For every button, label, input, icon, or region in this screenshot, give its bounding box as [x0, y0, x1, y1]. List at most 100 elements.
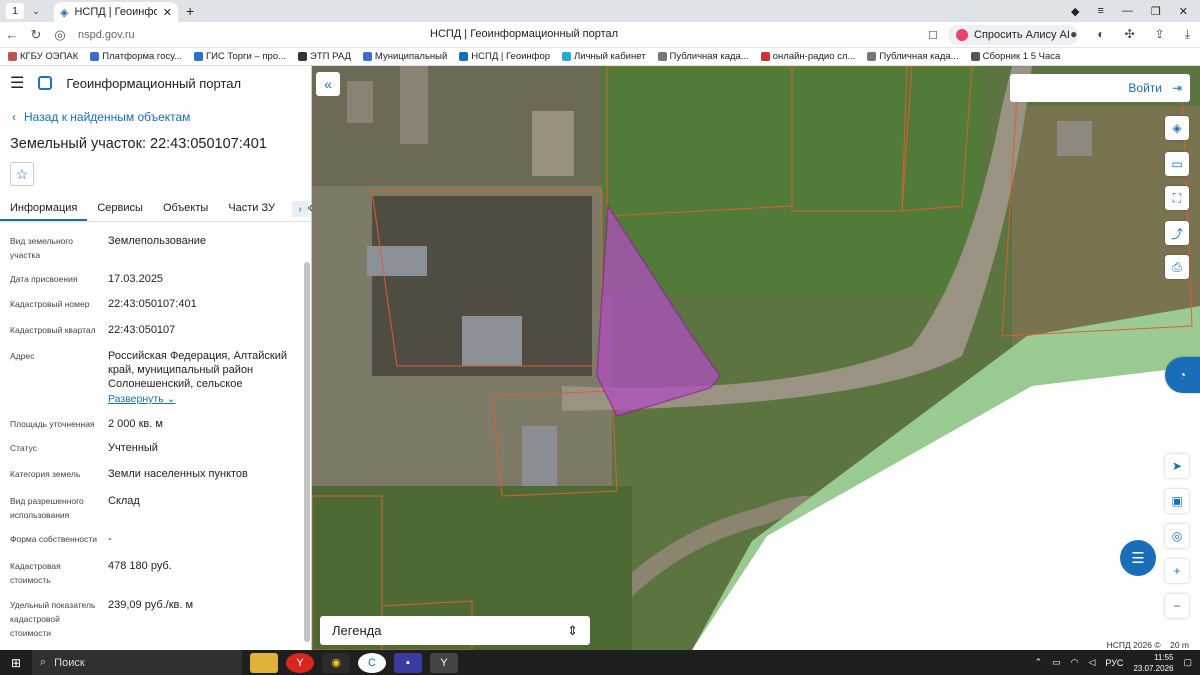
bookmark-item[interactable]: Платформа госу... — [90, 51, 182, 62]
alice-label: Спросить Алису AI — [974, 29, 1070, 41]
field-label: Дата присвоения — [10, 274, 78, 284]
clock[interactable]: 11:55 23.07.2026 — [1133, 652, 1173, 674]
new-tab-button[interactable]: + — [186, 3, 194, 19]
bookmark-item[interactable]: ГИС Торги – про... — [193, 51, 287, 62]
zoom-out-icon[interactable]: − — [1165, 594, 1189, 618]
search-icon: ⌕ — [40, 656, 47, 668]
login-button[interactable]: Войти ⇥ — [1010, 74, 1190, 102]
chevron-down-icon: ⌄ — [166, 393, 176, 405]
print-icon[interactable]: ⎙ — [1165, 255, 1189, 279]
object-info-panel: ☰ Геоинформационный портал ‹ Назад к най… — [0, 66, 331, 650]
chevron-down-icon[interactable]: ⌄ — [32, 6, 46, 17]
bookmark-item[interactable]: Личный кабинет — [562, 51, 646, 62]
bookmark-label: Сборник 1 5 Часа — [982, 51, 1061, 62]
select-area-icon[interactable]: ⛶ — [1165, 186, 1189, 210]
chat-assistant-icon[interactable]: ☰ — [1120, 540, 1156, 576]
download-icon[interactable]: ⤓ — [1185, 27, 1190, 42]
portal-title: Геоинформационный портал — [66, 75, 242, 91]
tab-services[interactable]: Сервисы — [87, 196, 153, 221]
tab-parts[interactable]: Части ЗУ — [218, 196, 285, 221]
save-app-icon[interactable]: ▪ — [394, 652, 422, 673]
close-icon[interactable]: ✕ — [163, 6, 172, 19]
field-label: Вид разрешенного использования — [10, 496, 84, 520]
copyright-text: НСПД 2026 © — [1106, 640, 1161, 650]
bookmark-item[interactable]: ЭТП РАД — [298, 51, 351, 62]
bookmark-label: онлайн-радио сл... — [772, 51, 856, 62]
hamburger-menu-icon[interactable]: ☰ — [10, 73, 24, 93]
app-icon[interactable]: ◉ — [322, 652, 350, 673]
yandex-active-icon[interactable]: Y — [430, 652, 458, 673]
menu-icon[interactable]: ≡ — [1097, 5, 1103, 17]
bookmark-label: ГИС Торги – про... — [205, 51, 287, 62]
clock-time: 11:55 — [1154, 652, 1174, 662]
volume-icon[interactable]: ◁ — [1088, 657, 1095, 668]
network-icon[interactable]: ▭ — [1052, 657, 1061, 668]
panel-scrollbar[interactable] — [304, 262, 310, 642]
share-icon[interactable]: ⤴ — [1165, 221, 1189, 245]
extension-icon[interactable]: ● — [1070, 27, 1077, 42]
yandex-browser-icon[interactable]: Y — [286, 652, 314, 673]
bookmark-ribbon-icon[interactable]: ◆ — [1071, 5, 1079, 18]
puzzle-icon[interactable]: ✣ — [1125, 27, 1135, 42]
location-search-icon[interactable]: ◎ — [1165, 524, 1189, 548]
bookmark-item[interactable]: Сборник 1 5 Часа — [970, 51, 1061, 62]
close-window-icon[interactable]: ✕ — [1179, 5, 1188, 18]
expand-label: Развернуть — [108, 393, 164, 405]
ruler-icon[interactable]: ▭ — [1165, 152, 1189, 176]
taskbar-search[interactable]: ⌕ Поиск — [32, 650, 242, 675]
bookmark-item[interactable]: Муниципальный — [362, 51, 448, 62]
field-label: Кадастровая стоимость — [10, 561, 61, 585]
legend-dropdown[interactable]: Легенда ⇕ — [320, 616, 590, 645]
support-icon[interactable]: ◔ — [1165, 357, 1200, 393]
bookmark-item[interactable]: Публичная када... — [657, 51, 749, 62]
address-bar: ← ↻ ◎ nspd.gov.ru НСПД | Геоинформационн… — [0, 22, 1200, 48]
bookmark-item[interactable]: НСПД | Геоинфор — [459, 51, 550, 62]
bookmark-icon[interactable]: ◻ — [928, 27, 938, 41]
app-c-icon[interactable]: C — [358, 652, 386, 673]
bookmark-label: ЭТП РАД — [310, 51, 351, 62]
collapse-panel-button[interactable]: « — [316, 72, 340, 96]
bookmark-item[interactable]: онлайн-радио сл... — [760, 51, 856, 62]
tabs-scroll-right-icon[interactable]: › — [292, 201, 308, 217]
browser-tab[interactable]: ◈ НСПД | Геоинформационный портал ✕ — [54, 2, 178, 22]
bookmark-favicon-icon — [970, 52, 980, 61]
chevron-up-icon[interactable]: ⌃ — [1035, 657, 1043, 668]
url-field[interactable]: nspd.gov.ru — [78, 29, 398, 41]
geolocation-icon[interactable]: ➤ — [1165, 454, 1189, 478]
bookmark-label: Муниципальный — [374, 51, 448, 62]
share-icon[interactable]: ⇪ — [1155, 27, 1165, 42]
field-label: Вид земельного участка — [10, 236, 74, 260]
favorite-star-button[interactable]: ☆ — [10, 162, 34, 186]
notifications-icon[interactable]: ▢ — [1183, 657, 1192, 668]
field-label: Площадь уточненная — [10, 419, 95, 429]
wifi-icon[interactable]: ◠ — [1071, 657, 1079, 668]
bookmark-label: Платформа госу... — [102, 51, 182, 62]
back-arrow-icon[interactable]: ← — [0, 27, 24, 42]
expand-link[interactable]: Развернуть ⌄ — [108, 392, 296, 406]
field-label: Удельный показатель кадастровой стоимост… — [10, 600, 96, 638]
shield-icon: ◎ — [54, 26, 66, 42]
shield-extension-icon[interactable]: ◐ — [1097, 27, 1104, 42]
bookmark-item[interactable]: Публичная када... — [867, 51, 959, 62]
back-link[interactable]: ‹ Назад к найденным объектам — [12, 110, 190, 124]
satellite-map[interactable]: « Войти ⇥ ◈ ▭ ⛶ ⤴ ⎙ ◔ ➤ ▣ ◎ + − ☰ Легенд… — [312, 66, 1200, 650]
zoom-in-icon[interactable]: + — [1165, 559, 1189, 583]
layers-icon[interactable]: ◈ — [1165, 116, 1189, 140]
maximize-icon[interactable]: ❐ — [1151, 5, 1161, 18]
tab-objects[interactable]: Объекты — [153, 196, 218, 221]
field-value: Склад — [108, 495, 140, 507]
tab-counter[interactable]: 1 — [6, 3, 24, 19]
alice-button[interactable]: Спросить Алису AI — [948, 25, 1078, 45]
minimap-icon[interactable]: ▣ — [1165, 489, 1189, 513]
reload-icon[interactable]: ↻ — [24, 27, 48, 43]
info-tabs: Информация Сервисы Объекты Части ЗУ Сост… — [0, 196, 331, 222]
file-explorer-icon[interactable] — [250, 652, 278, 673]
tab-information[interactable]: Информация — [0, 196, 88, 221]
bookmark-favicon-icon — [8, 52, 17, 61]
minimize-icon[interactable]: — — [1122, 5, 1133, 17]
bookmark-item[interactable]: КГБУ ОЭПАК — [8, 51, 78, 62]
windows-taskbar: ⊞ ⌕ Поиск Y ◉ C ▪ Y ⌃ ▭ ◠ ◁ РУС 11:55 23… — [0, 650, 1200, 675]
language-indicator[interactable]: РУС — [1105, 658, 1123, 668]
field-value: 478 180 руб. — [108, 560, 172, 572]
windows-start-icon[interactable]: ⊞ — [0, 656, 32, 670]
